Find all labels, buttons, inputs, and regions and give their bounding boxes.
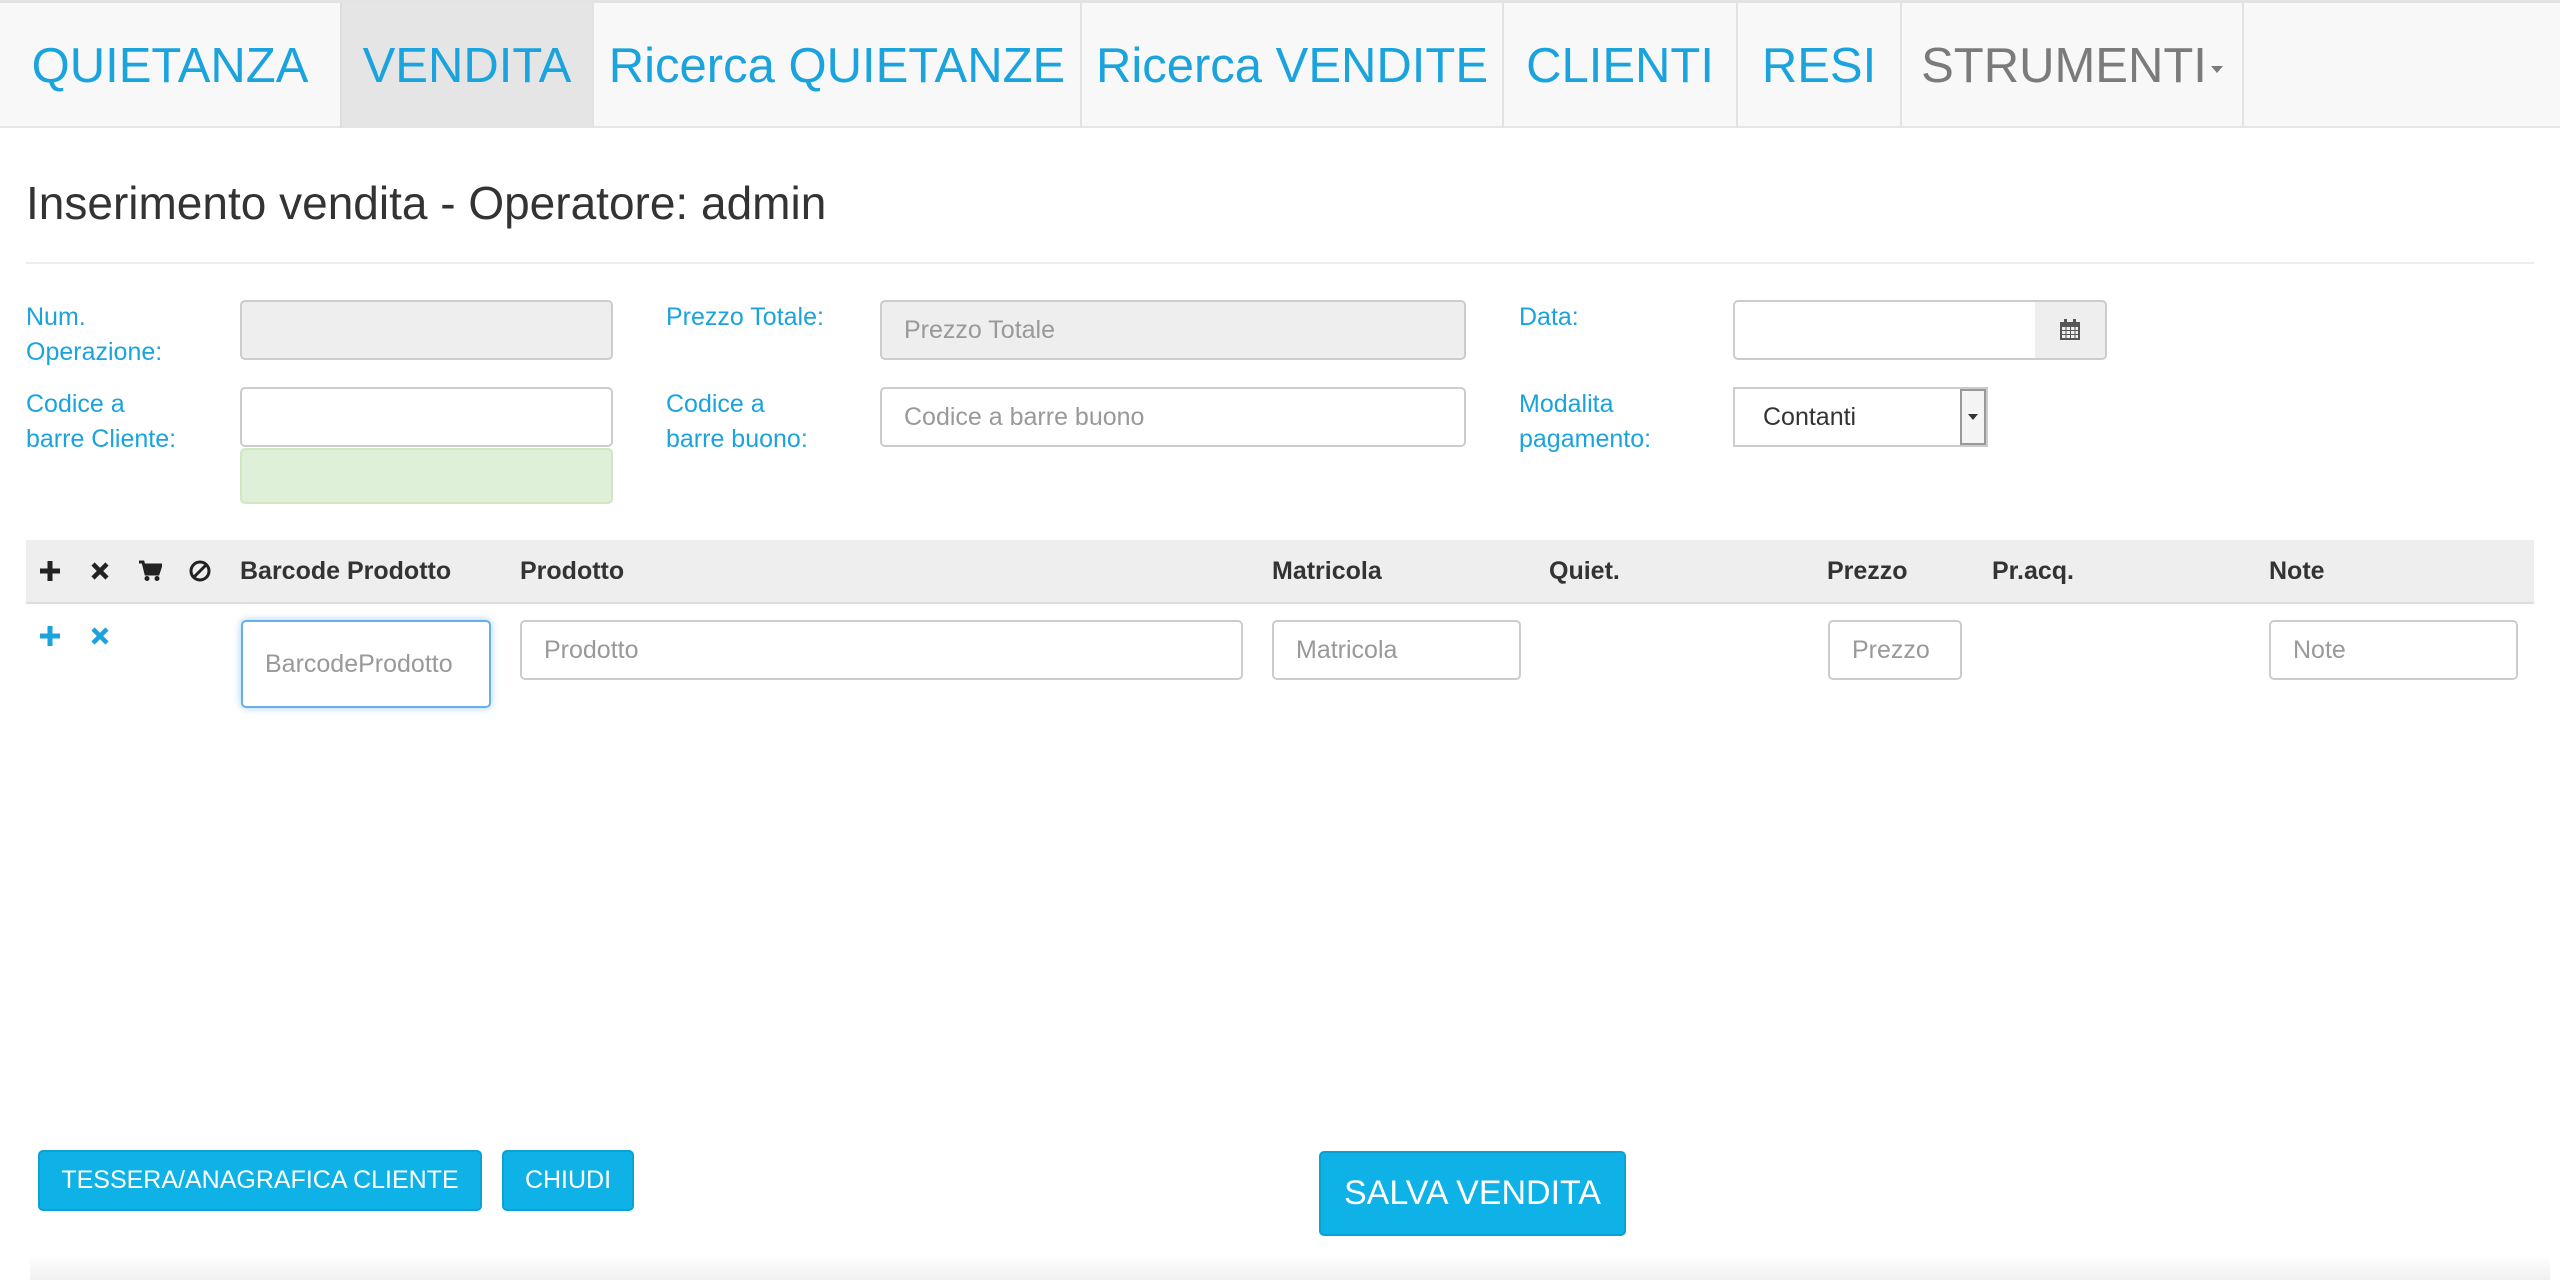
th-quiet: Quiet. (1549, 556, 1620, 585)
label-line: Modalita (1519, 390, 1614, 418)
calendar-button[interactable] (2035, 300, 2107, 360)
num-operazione-field (240, 300, 613, 360)
th-note: Note (2269, 556, 2325, 585)
modalita-pagamento-select[interactable]: Contanti (1733, 387, 1988, 447)
data-field[interactable] (1733, 300, 2037, 360)
tessera-anagrafica-button[interactable]: TESSERA/ANAGRAFICA CLIENTE (38, 1150, 482, 1211)
nav-label: Ricerca QUIETANZE (608, 38, 1066, 93)
label-line: barre buono: (666, 425, 808, 453)
note-input[interactable] (2269, 620, 2518, 680)
nav-label: CLIENTI (1526, 38, 1714, 93)
codice-cliente-field[interactable] (240, 387, 613, 447)
nav-clienti[interactable]: CLIENTI (1504, 3, 1738, 128)
matricola-input[interactable] (1272, 620, 1521, 680)
nav-label: RESI (1761, 38, 1877, 93)
prezzo-totale-label: Prezzo Totale: (666, 303, 824, 331)
label-line: Operazione: (26, 338, 163, 366)
close-icon[interactable] (84, 555, 116, 587)
nav-quietanza[interactable]: QUIETANZA (0, 3, 342, 128)
th-prezzo: Prezzo (1827, 556, 1908, 585)
modalita-label: Modalita pagamento: (1519, 387, 1651, 457)
prezzo-input[interactable] (1828, 620, 1962, 680)
codice-buono-label: Codice a barre buono: (666, 387, 808, 457)
caret-down-icon (2210, 66, 2223, 73)
nav-label: QUIETANZA (31, 38, 309, 93)
ban-icon[interactable] (184, 555, 216, 587)
select-value: Contanti (1763, 402, 1857, 431)
nav-resi[interactable]: RESI (1738, 3, 1902, 128)
th-matricola: Matricola (1272, 556, 1382, 585)
plus-icon[interactable] (34, 620, 66, 652)
calendar-icon (2060, 319, 2080, 340)
nav-ricerca-vendite[interactable]: Ricerca VENDITE (1082, 3, 1504, 128)
nav-label: STRUMENTI (1921, 38, 2207, 93)
th-pracq: Pr.acq. (1992, 556, 2074, 585)
nav-ricerca-quietanze[interactable]: Ricerca QUIETANZE (594, 3, 1082, 128)
chiudi-button[interactable]: CHIUDI (502, 1150, 634, 1211)
nav-vendita[interactable]: VENDITA (340, 3, 594, 128)
th-prodotto: Prodotto (520, 556, 625, 585)
nav-label: VENDITA (362, 38, 572, 93)
cart-icon[interactable] (134, 555, 166, 587)
prezzo-totale-field (880, 300, 1466, 360)
table-header: Barcode Prodotto Prodotto Matricola Quie… (26, 540, 2534, 604)
plus-icon[interactable] (34, 555, 66, 587)
label-line: Codice a (26, 390, 125, 418)
codice-cliente-label: Codice a barre Cliente: (26, 387, 176, 457)
close-icon[interactable] (84, 620, 116, 652)
page-title: Inserimento vendita - Operatore: admin (26, 177, 827, 229)
codice-buono-field[interactable] (880, 387, 1466, 447)
num-operazione-label: Num. Operazione: (26, 300, 162, 370)
top-navbar: QUIETANZA VENDITA Ricerca QUIETANZE Rice… (0, 0, 2560, 128)
th-barcode: Barcode Prodotto (240, 556, 452, 585)
label-line: Num. (26, 303, 86, 331)
label-line: barre Cliente: (26, 425, 177, 453)
cliente-info-box (240, 448, 613, 504)
salva-vendita-button[interactable]: SALVA VENDITA (1319, 1151, 1626, 1236)
label-line: pagamento: (1519, 425, 1652, 453)
nav-strumenti-dropdown[interactable]: STRUMENTI (1902, 3, 2244, 128)
barcode-prodotto-input[interactable] (241, 620, 491, 708)
footer-shadow (30, 1255, 2550, 1280)
label-line: Codice a (666, 390, 765, 418)
title-divider (26, 262, 2534, 264)
data-label: Data: (1519, 303, 1579, 331)
caret-down-icon (1960, 389, 1986, 445)
nav-label: Ricerca VENDITE (1095, 38, 1489, 93)
prodotto-input[interactable] (520, 620, 1243, 680)
